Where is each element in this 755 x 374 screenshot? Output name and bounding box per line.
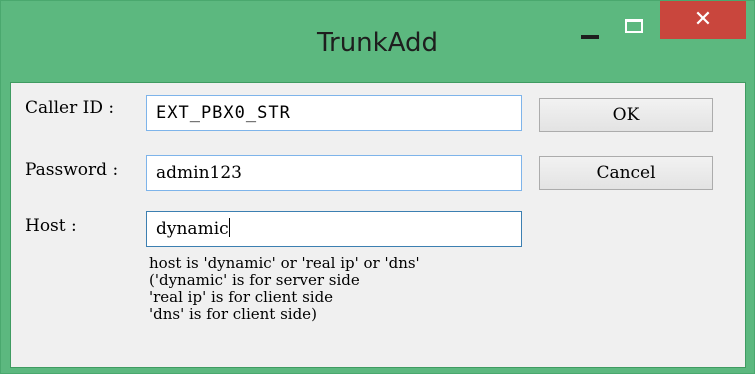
caller-id-label: Caller ID :: [25, 98, 115, 118]
help-line: host is 'dynamic' or 'real ip' or 'dns': [149, 254, 420, 272]
host-help-text: host is 'dynamic' or 'real ip' or 'dns'(…: [149, 255, 420, 323]
close-icon: ✕: [693, 7, 713, 32]
ok-button[interactable]: OK: [539, 98, 713, 132]
password-label: Password :: [25, 160, 119, 180]
caller-id-value: EXT_PBX0_STR: [156, 103, 291, 123]
help-line: 'real ip' is for client side: [149, 288, 334, 306]
minimize-icon: [581, 35, 599, 39]
host-label: Host :: [25, 216, 77, 236]
maximize-icon: [625, 19, 643, 33]
trunk-add-window: TrunkAdd ✕ Caller ID : EXT_PBX0_STR Pass…: [0, 0, 755, 374]
host-value: dynamic: [156, 219, 229, 239]
close-button[interactable]: ✕: [660, 1, 746, 39]
password-input[interactable]: admin123: [146, 155, 522, 191]
text-caret: [228, 218, 230, 237]
host-input[interactable]: dynamic: [146, 211, 522, 247]
caller-id-input[interactable]: EXT_PBX0_STR: [146, 95, 522, 131]
help-line: ('dynamic' is for server side: [149, 271, 360, 289]
maximize-button[interactable]: [615, 7, 651, 43]
password-value: admin123: [156, 163, 242, 183]
help-line: 'dns' is for client side): [149, 305, 317, 323]
minimize-button[interactable]: [573, 7, 609, 43]
dialog-body: Caller ID : EXT_PBX0_STR Password : admi…: [10, 82, 746, 368]
title-bar[interactable]: TrunkAdd ✕: [1, 1, 754, 81]
cancel-button[interactable]: Cancel: [539, 156, 713, 190]
